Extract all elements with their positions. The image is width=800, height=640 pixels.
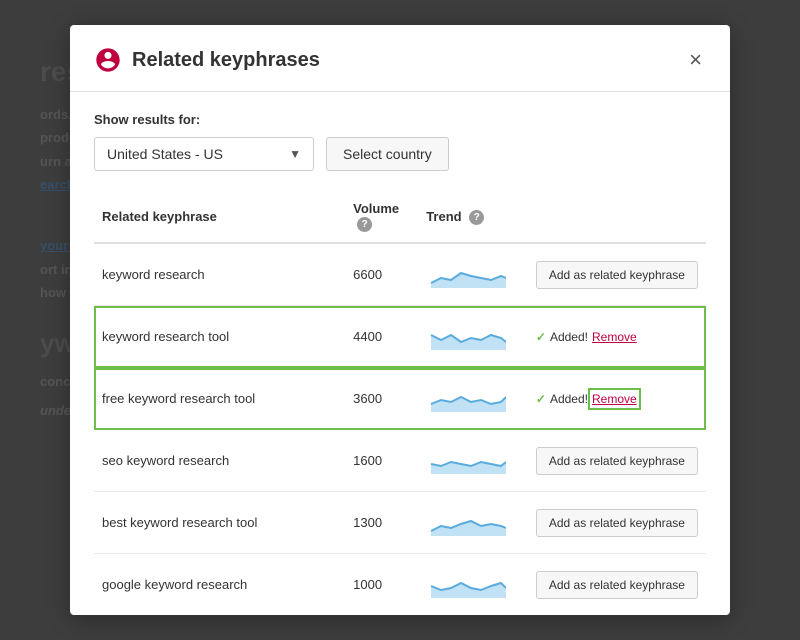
- table-row: keyword research tool4400 ✓ Added! Remove: [94, 306, 706, 368]
- keyphrase-cell: keyword research tool: [94, 306, 345, 368]
- trend-cell: [418, 430, 438, 491]
- action-cell: ✓ Added! Remove: [528, 368, 706, 430]
- col-header-action: [528, 191, 706, 243]
- select-country-button[interactable]: Select country: [326, 137, 449, 171]
- col-header-keyphrase: Related keyphrase: [94, 191, 345, 243]
- close-button[interactable]: ×: [685, 45, 706, 75]
- modal-title-area: Related keyphrases: [94, 46, 320, 74]
- remove-keyphrase-button[interactable]: Remove: [592, 330, 637, 344]
- action-cell: ✓ Added! Remove: [528, 306, 706, 368]
- add-keyphrase-button[interactable]: Add as related keyphrase: [536, 509, 698, 537]
- added-badge: ✓ Added! Remove: [536, 330, 637, 344]
- remove-keyphrase-button[interactable]: Remove: [592, 392, 637, 406]
- country-dropdown[interactable]: United States - US ▼: [94, 137, 314, 171]
- volume-cell: 6600: [345, 243, 418, 306]
- add-keyphrase-button[interactable]: Add as related keyphrase: [536, 447, 698, 475]
- added-label: Added!: [550, 392, 588, 406]
- volume-cell: 3600: [345, 368, 418, 430]
- modal-title: Related keyphrases: [132, 49, 320, 72]
- show-results-label: Show results for:: [94, 112, 706, 127]
- chevron-down-icon: ▼: [289, 147, 301, 161]
- added-label: Added!: [550, 330, 588, 344]
- keyphrase-cell: seo keyword research: [94, 430, 345, 492]
- volume-cell: 4400: [345, 306, 418, 368]
- table-body: keyword research6600 Add as related keyph…: [94, 243, 706, 615]
- col-header-volume: Volume ?: [345, 191, 418, 243]
- volume-cell: 1600: [345, 430, 418, 492]
- added-badge: ✓ Added! Remove: [536, 392, 637, 406]
- add-keyphrase-button[interactable]: Add as related keyphrase: [536, 571, 698, 599]
- action-cell: Add as related keyphrase: [528, 492, 706, 554]
- modal-header: Related keyphrases ×: [70, 25, 730, 92]
- trend-cell: [418, 306, 438, 367]
- keyphrase-cell: google keyword research: [94, 554, 345, 615]
- trend-cell: [418, 492, 438, 553]
- table-row: keyword research6600 Add as related keyph…: [94, 243, 706, 306]
- keyphrase-cell: best keyword research tool: [94, 492, 345, 554]
- add-keyphrase-button[interactable]: Add as related keyphrase: [536, 261, 698, 289]
- table-row: seo keyword research1600 Add as related k…: [94, 430, 706, 492]
- table-row: google keyword research1000 Add as relate…: [94, 554, 706, 615]
- trend-cell: [418, 244, 438, 305]
- check-icon: ✓: [536, 392, 546, 406]
- volume-cell: 1000: [345, 554, 418, 615]
- table-header: Related keyphrase Volume ? Trend ?: [94, 191, 706, 243]
- country-row: United States - US ▼ Select country: [94, 137, 706, 171]
- table-row: best keyword research tool1300 Add as rel…: [94, 492, 706, 554]
- volume-help-icon[interactable]: ?: [357, 217, 372, 232]
- modal-body: Show results for: United States - US ▼ S…: [70, 92, 730, 615]
- keyphrases-table: Related keyphrase Volume ? Trend ? keywo…: [94, 191, 706, 615]
- trend-cell: [418, 368, 438, 429]
- action-cell: Add as related keyphrase: [528, 554, 706, 615]
- country-value: United States - US: [107, 146, 223, 162]
- volume-cell: 1300: [345, 492, 418, 554]
- modal-dialog: Related keyphrases × Show results for: U…: [70, 25, 730, 615]
- col-header-trend: Trend ?: [418, 191, 528, 243]
- check-icon: ✓: [536, 330, 546, 344]
- action-cell: Add as related keyphrase: [528, 243, 706, 306]
- trend-cell: [418, 554, 438, 615]
- trend-help-icon[interactable]: ?: [469, 210, 484, 225]
- keyphrase-cell: free keyword research tool: [94, 368, 345, 430]
- table-row: free keyword research tool3600 ✓ Added! Re…: [94, 368, 706, 430]
- yoast-icon: [94, 46, 122, 74]
- action-cell: Add as related keyphrase: [528, 430, 706, 492]
- keyphrase-cell: keyword research: [94, 243, 345, 306]
